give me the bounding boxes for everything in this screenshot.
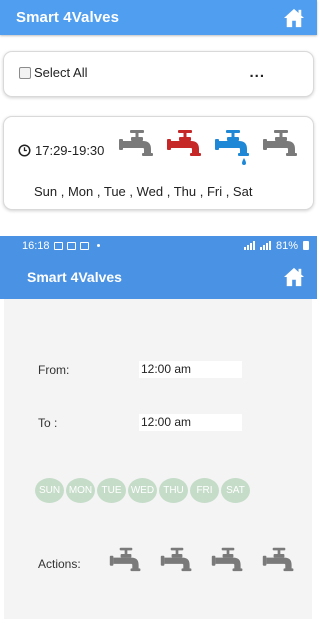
faucet-icon-valve-3[interactable] (213, 127, 253, 167)
faucet-icon-valve-4[interactable] (261, 127, 301, 167)
to-label: To : (38, 416, 58, 430)
signal-icon (243, 241, 255, 250)
signal-icon-2 (259, 241, 271, 250)
app-title: Smart 4Valves (16, 9, 120, 26)
day-mon-toggle[interactable]: MON (66, 478, 95, 503)
to-time-field[interactable]: 12:00 am (139, 414, 242, 431)
form-app-title: Smart 4Valves (27, 269, 122, 285)
day-wed-toggle[interactable]: WED (128, 478, 157, 503)
home-icon[interactable] (283, 267, 305, 287)
faucet-icon-action-1[interactable] (106, 545, 146, 581)
more-notifications-icon (96, 244, 100, 247)
schedule-form: From: 12:00 am To : 12:00 am SUN MON TUE… (4, 299, 312, 619)
faucet-icon-action-3[interactable] (208, 545, 248, 581)
schedule-valves (117, 127, 301, 167)
calendar-notification-icon (79, 241, 89, 250)
schedule-card[interactable]: 17:29-19:30 Sun , Mon , Tue , Wed , Thu … (3, 116, 314, 210)
more-options-button[interactable]: ... (249, 65, 265, 80)
status-time: 16:18 (22, 239, 50, 252)
from-label: From: (38, 363, 70, 377)
water-drop-icon (242, 158, 246, 165)
day-sun-toggle[interactable]: SUN (35, 478, 64, 503)
from-time-field[interactable]: 12:00 am (139, 361, 242, 378)
faucet-icon-action-4[interactable] (259, 545, 299, 581)
day-thu-toggle[interactable]: THU (159, 478, 188, 503)
form-app-bar: Smart 4Valves (0, 255, 317, 299)
day-selector: SUN MON TUE WED THU FRI SAT (35, 478, 250, 503)
faucet-icon-action-2[interactable] (157, 545, 197, 581)
select-all-label[interactable]: Select All (34, 65, 87, 80)
action-valves (106, 545, 299, 581)
mail-notification-icon (66, 241, 76, 250)
home-icon[interactable] (283, 8, 305, 28)
clock-icon (18, 144, 31, 157)
battery-percent: 81% (275, 239, 298, 252)
day-sat-toggle[interactable]: SAT (221, 478, 250, 503)
schedule-time-range: 17:29-19:30 (35, 143, 105, 158)
select-all-checkbox[interactable] (19, 67, 31, 79)
status-bar: 16:18 81% (0, 236, 317, 255)
faucet-icon-valve-1[interactable] (117, 127, 157, 167)
faucet-icon-valve-2[interactable] (165, 127, 205, 167)
schedule-days: Sun , Mon , Tue , Wed , Thu , Fri , Sat (34, 184, 253, 199)
day-tue-toggle[interactable]: TUE (97, 478, 126, 503)
top-app-bar: Smart 4Valves (0, 0, 317, 35)
battery-icon (303, 241, 309, 250)
day-fri-toggle[interactable]: FRI (190, 478, 219, 503)
select-all-card: Select All ... (3, 51, 314, 97)
actions-label: Actions: (38, 557, 81, 571)
gallery-notification-icon (53, 241, 63, 250)
